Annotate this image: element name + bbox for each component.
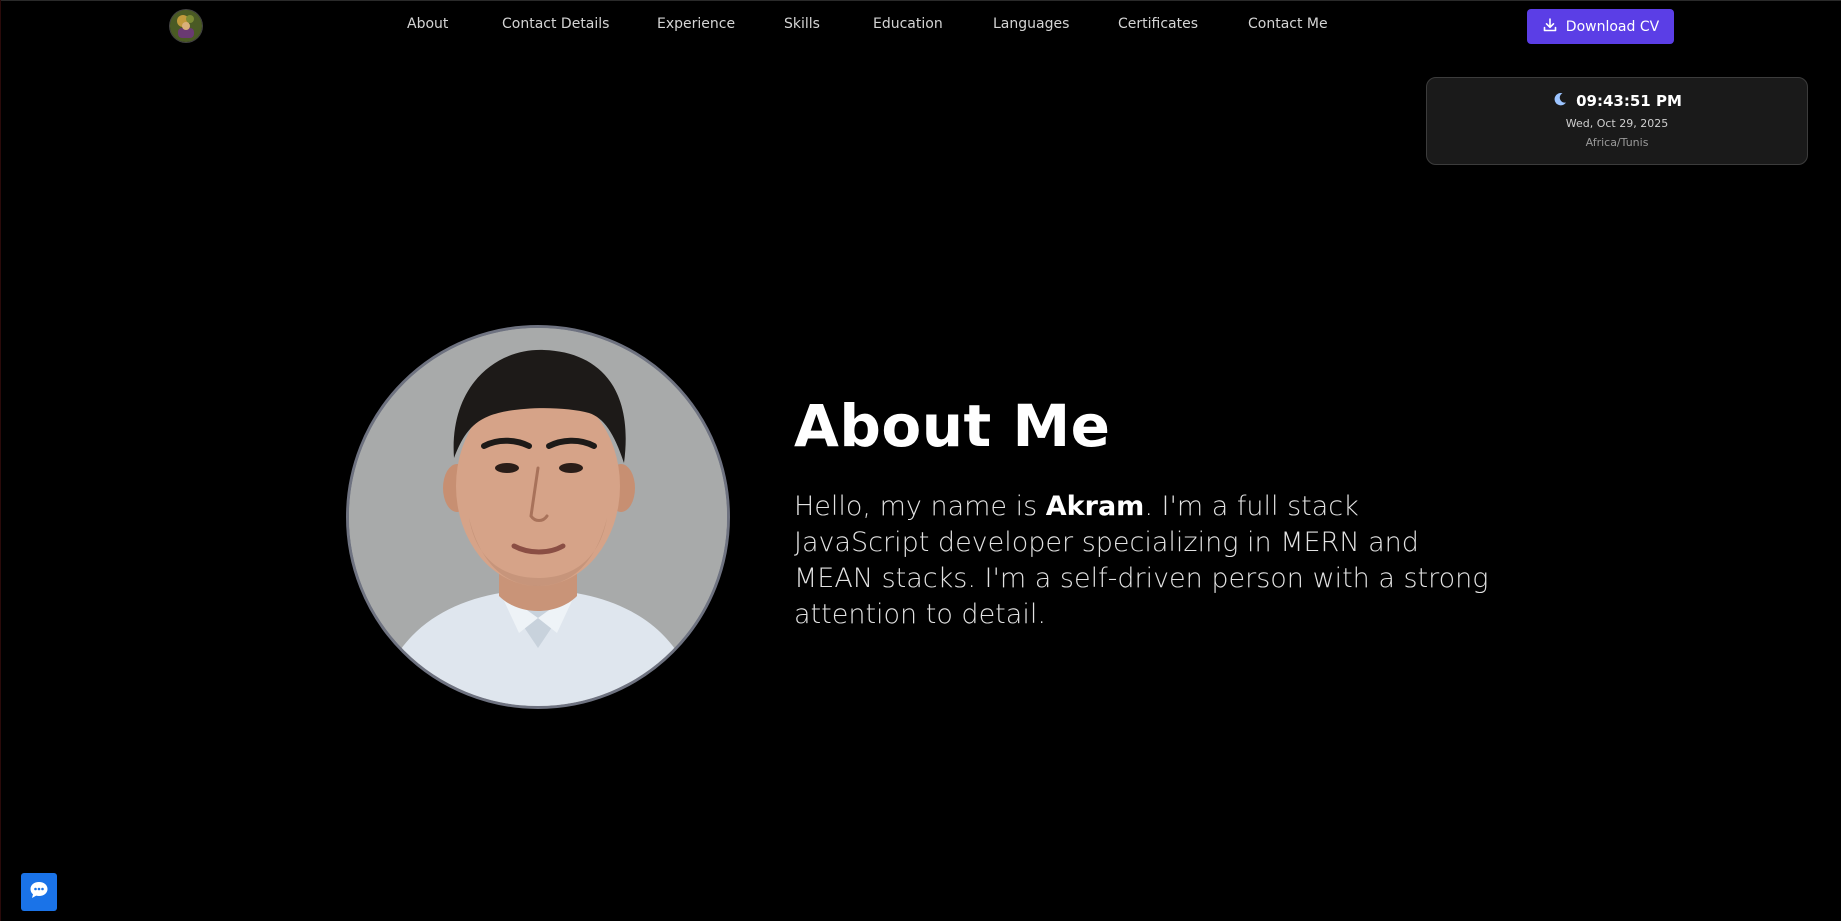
- profile-avatar-icon[interactable]: [170, 10, 202, 42]
- clock-time: 09:43:51 PM: [1576, 92, 1682, 110]
- nav-link-about[interactable]: About: [407, 16, 448, 32]
- nav-link-skills[interactable]: Skills: [784, 16, 820, 32]
- chat-button[interactable]: [21, 873, 57, 911]
- moon-icon: [1552, 91, 1568, 111]
- clock-time-row: 09:43:51 PM: [1427, 91, 1807, 111]
- profile-photo: [346, 325, 730, 709]
- nav-link-languages[interactable]: Languages: [993, 16, 1069, 32]
- nav-link-experience[interactable]: Experience: [657, 16, 735, 32]
- clock-card: 09:43:51 PM Wed, Oct 29, 2025 Africa/Tun…: [1426, 77, 1808, 165]
- about-text-prefix: Hello, my name is: [794, 491, 1046, 522]
- download-icon: [1542, 17, 1558, 37]
- download-cv-label: Download CV: [1565, 18, 1660, 35]
- about-name: Akram: [1045, 491, 1145, 522]
- clock-timezone: Africa/Tunis: [1585, 136, 1649, 149]
- nav-link-contact-details[interactable]: Contact Details: [502, 16, 609, 32]
- clock-date: Wed, Oct 29, 2025: [1565, 117, 1669, 130]
- nav-link-contact-me[interactable]: Contact Me: [1248, 16, 1328, 32]
- nav-link-education[interactable]: Education: [873, 16, 943, 32]
- download-cv-button[interactable]: Download CV: [1527, 9, 1674, 44]
- chat-bubble-icon: [28, 879, 50, 905]
- nav-link-certificates[interactable]: Certificates: [1118, 16, 1198, 32]
- left-edge: [0, 0, 1, 921]
- about-title: About Me: [794, 392, 1111, 460]
- navbar: About Contact Details Experience Skills …: [0, 0, 1841, 52]
- about-description: Hello, my name is Akram. I'm a full stac…: [794, 489, 1494, 633]
